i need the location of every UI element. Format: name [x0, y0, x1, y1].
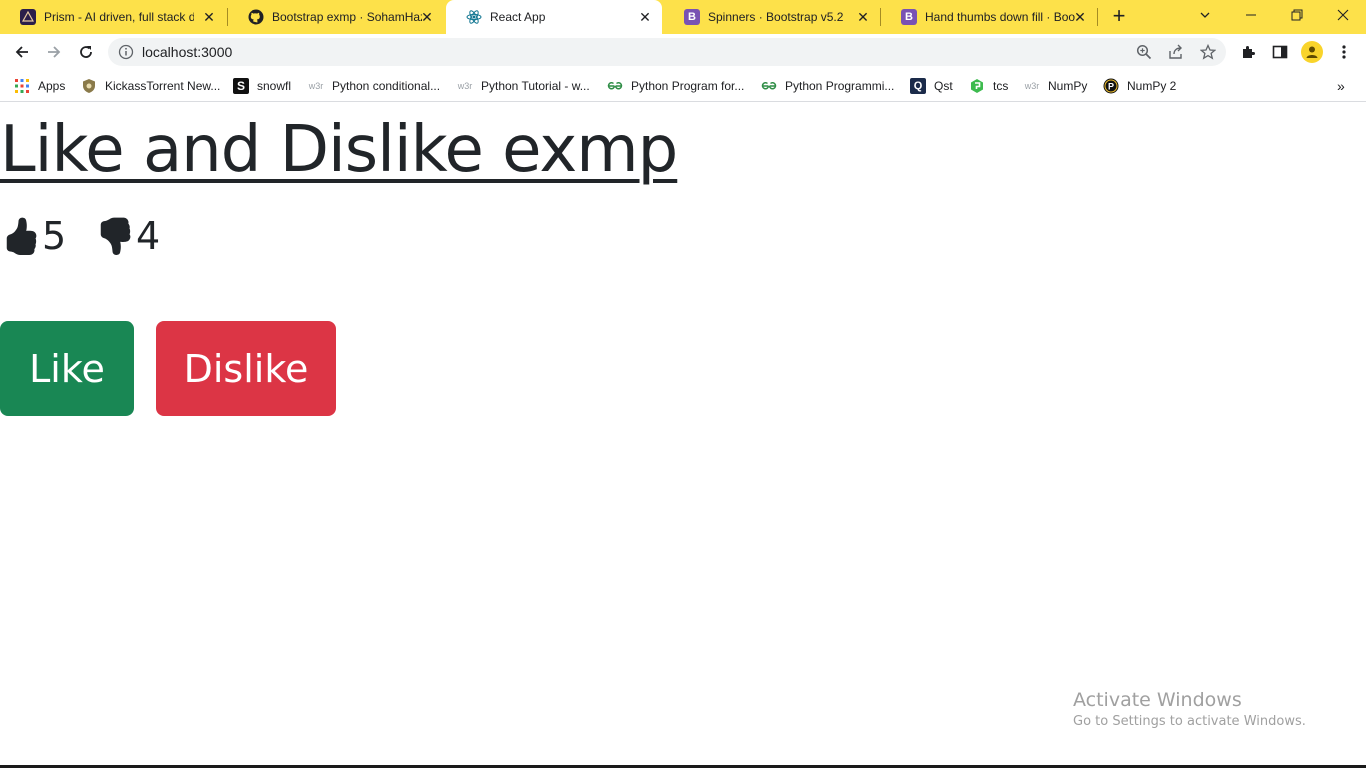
- bookmark-label: snowfl: [257, 79, 292, 93]
- tab-search-chevron-icon[interactable]: [1182, 0, 1228, 30]
- bookmark-python-program[interactable]: Python Program for...: [607, 76, 744, 96]
- hand-thumbs-down-fill-icon: [100, 217, 131, 256]
- github-icon: [248, 9, 264, 25]
- bootstrap-icon: B: [684, 9, 700, 25]
- bookmarks-bar: Apps KickassTorrent New... S snowfl w3r …: [0, 70, 1366, 102]
- tab-title: Spinners · Bootstrap v5.2: [708, 10, 844, 24]
- bookmark-label: Apps: [38, 79, 66, 93]
- prism-icon: [20, 9, 36, 25]
- zoom-icon[interactable]: [1136, 44, 1152, 60]
- tab-title: Bootstrap exmp · SohamHaz: [272, 10, 422, 24]
- geeksforgeeks-icon: [761, 78, 777, 94]
- close-icon[interactable]: ✕: [638, 10, 652, 24]
- bookmark-label: KickassTorrent New...: [105, 79, 221, 93]
- bookmark-label: Python Program for...: [631, 79, 745, 93]
- restore-button[interactable]: [1274, 0, 1320, 30]
- dislike-count: 4: [136, 214, 161, 258]
- bookmark-label: Qst: [934, 79, 953, 93]
- bookmark-numpy-2[interactable]: P NumPy 2: [1103, 76, 1176, 96]
- bookmarks-overflow-icon[interactable]: »: [1337, 76, 1345, 96]
- close-icon[interactable]: ✕: [420, 10, 434, 24]
- bookmark-star-icon[interactable]: [1199, 43, 1217, 60]
- arrow-right-icon: [48, 46, 61, 58]
- dislike-button[interactable]: Dislike: [156, 321, 336, 416]
- like-counter: 5: [2, 213, 66, 259]
- page-title: Like and Dislike exmp: [0, 113, 678, 187]
- tab-react-app[interactable]: React App ✕: [446, 0, 662, 34]
- tab-github[interactable]: Bootstrap exmp · SohamHaz ✕: [228, 0, 444, 34]
- bookmark-snowfl[interactable]: S snowfl: [233, 76, 291, 96]
- bookmark-python-tutorial[interactable]: w3r Python Tutorial - w...: [457, 76, 590, 96]
- react-icon: [466, 9, 482, 25]
- address-bar[interactable]: localhost:3000: [108, 38, 1226, 66]
- like-button[interactable]: Like: [0, 321, 134, 416]
- bootstrap-icon: B: [901, 9, 917, 25]
- arrow-left-icon: [15, 46, 28, 58]
- activate-windows-watermark: Activate Windows Go to Settings to activ…: [1073, 689, 1306, 733]
- qst-icon: Q: [910, 78, 926, 94]
- numpy-icon: P: [1103, 78, 1119, 94]
- side-panel-icon[interactable]: [1270, 42, 1290, 62]
- close-window-button[interactable]: [1320, 0, 1366, 30]
- bookmark-qst[interactable]: Q Qst: [910, 76, 953, 96]
- reload-icon: [80, 46, 92, 58]
- info-icon[interactable]: [118, 44, 134, 60]
- watermark-subtitle: Go to Settings to activate Windows.: [1073, 714, 1306, 729]
- reload-button[interactable]: [72, 38, 100, 66]
- bookmark-label: Python Programmi...: [785, 79, 895, 93]
- profile-avatar[interactable]: [1301, 41, 1323, 63]
- share-icon[interactable]: [1168, 44, 1184, 60]
- watermark-title: Activate Windows: [1073, 689, 1242, 711]
- browser-toolbar: localhost:3000: [0, 34, 1366, 70]
- bookmark-label: tcs: [993, 79, 1009, 93]
- w3schools-icon: w3r: [308, 81, 324, 91]
- hand-thumbs-up-fill-icon: [6, 217, 37, 255]
- svg-text:P: P: [1108, 82, 1114, 92]
- w3schools-icon: w3r: [1024, 81, 1040, 91]
- tab-strip: Prism - AI driven, full stack d ✕ Bootst…: [0, 0, 1366, 34]
- forward-button[interactable]: [40, 38, 68, 66]
- like-count: 5: [42, 214, 67, 258]
- new-tab-button[interactable]: +: [1108, 5, 1130, 28]
- bookmark-label: Python conditional...: [332, 79, 441, 93]
- bookmark-label: Python Tutorial - w...: [481, 79, 590, 93]
- tab-spinners[interactable]: B Spinners · Bootstrap v5.2 ✕: [664, 0, 880, 34]
- snowfl-icon: S: [233, 78, 249, 94]
- close-icon[interactable]: ✕: [202, 10, 216, 24]
- bookmark-label: NumPy 2: [1127, 79, 1177, 93]
- close-icon[interactable]: ✕: [1073, 10, 1087, 24]
- bookmark-kickass[interactable]: KickassTorrent New...: [81, 76, 220, 96]
- tab-prism[interactable]: Prism - AI driven, full stack d ✕: [0, 0, 226, 34]
- extensions-icon[interactable]: [1238, 42, 1258, 62]
- bookmark-python-conditional[interactable]: w3r Python conditional...: [308, 76, 440, 96]
- back-button[interactable]: [8, 38, 36, 66]
- tab-title: Hand thumbs down fill · Boo: [925, 10, 1075, 24]
- dislike-counter: 4: [96, 213, 160, 259]
- person-icon: [1306, 46, 1318, 58]
- kickass-icon: [81, 78, 97, 94]
- apps-grid-icon: [14, 78, 30, 94]
- bookmark-apps[interactable]: Apps: [14, 76, 65, 96]
- page-content: Like and Dislike exmp 5 4 Like Dislike: [0, 103, 1366, 768]
- tab-separator: [1097, 8, 1098, 26]
- close-icon[interactable]: ✕: [856, 10, 870, 24]
- tcs-icon: [969, 78, 985, 94]
- menu-kebab-icon[interactable]: [1334, 42, 1354, 62]
- tab-hand-thumbs-down[interactable]: B Hand thumbs down fill · Boo ✕: [881, 0, 1097, 34]
- bookmark-numpy[interactable]: w3r NumPy: [1024, 76, 1088, 96]
- tab-title: React App: [490, 10, 546, 24]
- minimize-button[interactable]: [1228, 0, 1274, 30]
- w3schools-icon: w3r: [457, 81, 473, 91]
- bookmark-tcs[interactable]: tcs: [969, 76, 1008, 96]
- geeksforgeeks-icon: [607, 78, 623, 94]
- tab-title: Prism - AI driven, full stack d: [44, 10, 194, 24]
- bookmark-python-programming[interactable]: Python Programmi...: [761, 76, 894, 96]
- bookmark-label: NumPy: [1048, 79, 1088, 93]
- url-text[interactable]: localhost:3000: [142, 44, 232, 60]
